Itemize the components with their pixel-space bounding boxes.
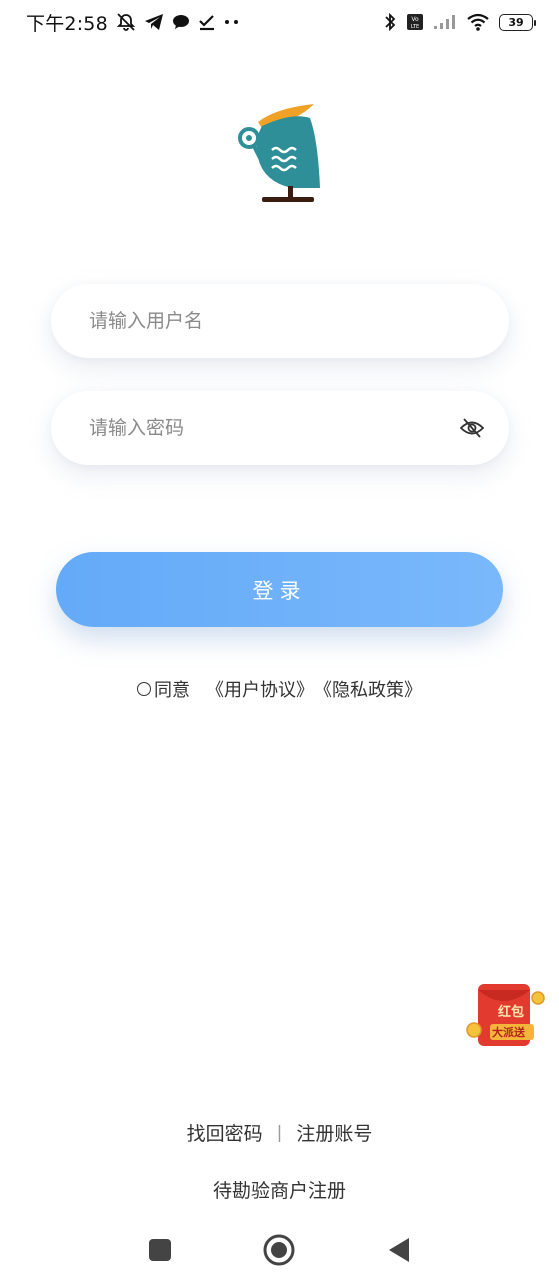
telegram-icon bbox=[144, 13, 164, 31]
register-link[interactable]: 注册账号 bbox=[296, 1119, 372, 1146]
battery-indicator: 39 bbox=[499, 13, 536, 31]
promo-line2: 大派送 bbox=[492, 1025, 526, 1039]
status-time: 下午2:58 bbox=[26, 12, 108, 35]
agreement-row: 同意 《用户协议》 《隐私政策》 bbox=[0, 676, 559, 702]
login-button[interactable]: 登录 bbox=[56, 552, 503, 627]
back-button[interactable] bbox=[383, 1234, 415, 1266]
alarm-muted-icon bbox=[116, 12, 136, 32]
agree-checkbox[interactable] bbox=[137, 682, 151, 696]
status-bar: 下午2:58 Vo LTE 39 bbox=[0, 0, 559, 44]
bluetooth-icon bbox=[383, 12, 397, 32]
user-agreement-link[interactable]: 《用户协议》 bbox=[206, 676, 314, 702]
svg-text:LTE: LTE bbox=[411, 24, 419, 30]
system-nav-bar bbox=[0, 1220, 559, 1280]
password-field[interactable] bbox=[51, 391, 509, 465]
merchant-register-link[interactable]: 待勘验商户注册 bbox=[0, 1176, 559, 1203]
password-input[interactable] bbox=[89, 417, 459, 439]
promo-line1: 红包 bbox=[498, 1004, 524, 1020]
forgot-password-link[interactable]: 找回密码 bbox=[187, 1119, 263, 1146]
more-notifications-icon bbox=[224, 19, 240, 25]
username-input[interactable] bbox=[89, 310, 471, 332]
red-envelope-icon[interactable]: 红包 大派送 bbox=[466, 978, 546, 1050]
bottom-links: 找回密码 | 注册账号 bbox=[0, 1119, 559, 1146]
status-left: 下午2:58 bbox=[26, 9, 240, 36]
home-button[interactable] bbox=[263, 1234, 295, 1266]
recents-button[interactable] bbox=[144, 1234, 176, 1266]
link-divider: | bbox=[276, 1122, 283, 1143]
signal-icon bbox=[433, 14, 457, 30]
agree-label: 同意 bbox=[154, 680, 190, 701]
checkmark-icon bbox=[198, 13, 216, 31]
chat-bubble-icon bbox=[172, 14, 190, 30]
battery-level: 39 bbox=[508, 15, 524, 29]
login-screen: 下午2:58 Vo LTE 39 请输入用户名 登录 同意 《用户协议》 《隐私… bbox=[0, 0, 559, 1280]
username-field[interactable] bbox=[51, 284, 509, 358]
wifi-icon bbox=[466, 13, 490, 31]
privacy-policy-link[interactable]: 《隐私政策》 bbox=[314, 676, 422, 702]
status-right: Vo LTE 39 bbox=[383, 12, 536, 32]
eye-hidden-icon[interactable] bbox=[459, 415, 485, 441]
volte-icon: Vo LTE bbox=[406, 13, 424, 31]
app-logo bbox=[232, 98, 326, 206]
svg-text:Vo: Vo bbox=[411, 16, 419, 23]
